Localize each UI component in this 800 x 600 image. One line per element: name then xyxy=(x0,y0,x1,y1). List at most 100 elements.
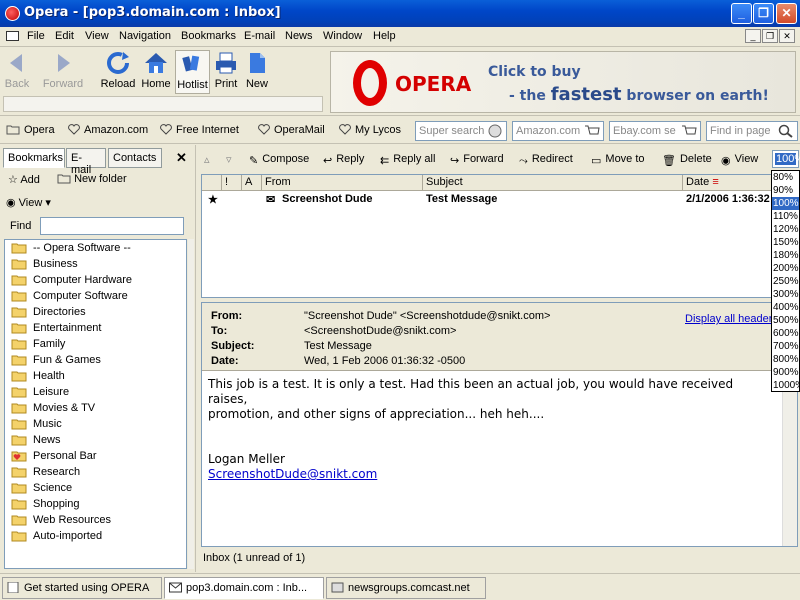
column-status[interactable] xyxy=(202,175,222,191)
menu-navigation[interactable]: Navigation xyxy=(119,30,171,42)
print-button[interactable]: Print xyxy=(212,50,240,94)
list-item[interactable]: Directories xyxy=(5,304,186,320)
mdi-minimize-button[interactable]: _ xyxy=(745,29,761,43)
zoom-option[interactable]: 400% xyxy=(772,301,799,314)
list-item[interactable]: Computer Hardware xyxy=(5,272,186,288)
list-item[interactable]: Personal Bar xyxy=(5,448,186,464)
column-subject[interactable]: Subject xyxy=(423,175,683,191)
zoom-select[interactable]: 100% xyxy=(772,150,800,168)
zoom-option[interactable]: 90% xyxy=(772,184,799,197)
close-button[interactable]: ✕ xyxy=(776,3,797,24)
menu-help[interactable]: Help xyxy=(373,30,396,42)
menu-email[interactable]: E-mail xyxy=(244,30,275,42)
personal-bar-item-opera[interactable]: Opera xyxy=(6,124,55,136)
previous-message-icon[interactable]: ▵ xyxy=(204,153,210,166)
page-tab-inbox[interactable]: pop3.domain.com : Inb... xyxy=(164,577,324,599)
delete-button[interactable]: 🗑 Delete xyxy=(662,153,712,167)
search-icon[interactable] xyxy=(486,123,504,139)
new-button[interactable]: New xyxy=(243,50,271,94)
zoom-option[interactable]: 100% xyxy=(772,197,799,210)
bookmark-scrollbar[interactable] xyxy=(188,239,194,569)
opera-ad-banner[interactable]: OPERA Click to buy - the fastest browser… xyxy=(330,51,796,113)
reload-button[interactable]: Reload xyxy=(100,50,136,94)
list-item[interactable]: Business xyxy=(5,256,186,272)
zoom-option[interactable]: 800% xyxy=(772,353,799,366)
forward-mail-button[interactable]: ↪ Forward xyxy=(450,153,504,167)
list-item[interactable]: Computer Software xyxy=(5,288,186,304)
mdi-close-button[interactable]: ✕ xyxy=(779,29,795,43)
zoom-option[interactable]: 1000% xyxy=(772,379,800,392)
list-item[interactable]: Science xyxy=(5,480,186,496)
menu-view[interactable]: View xyxy=(85,30,109,42)
list-item[interactable]: Movies & TV xyxy=(5,400,186,416)
reply-all-button[interactable]: ⇇ Reply all xyxy=(380,153,435,167)
zoom-option[interactable]: 600% xyxy=(772,327,799,340)
table-row[interactable]: ★ ✉ Screenshot Dude Test Message 2/1/200… xyxy=(202,192,797,208)
list-item[interactable]: Shopping xyxy=(5,496,186,512)
cart-icon[interactable] xyxy=(583,123,601,139)
forward-button[interactable]: Forward xyxy=(40,50,86,94)
cart-icon[interactable] xyxy=(680,123,698,139)
mdi-restore-button[interactable]: ❐ xyxy=(762,29,778,43)
tab-bookmarks[interactable]: Bookmarks xyxy=(3,148,65,168)
signature-email-link[interactable]: ScreenshotDude@snikt.com xyxy=(208,467,377,481)
menu-window[interactable]: Window xyxy=(323,30,362,42)
list-item[interactable]: News xyxy=(5,432,186,448)
zoom-option[interactable]: 80% xyxy=(772,171,799,184)
super-search-input[interactable]: Super search xyxy=(415,121,507,141)
amazon-search-input[interactable]: Amazon.com xyxy=(512,121,604,141)
personal-bar-item-amazon[interactable]: Amazon.com xyxy=(68,124,148,136)
tab-contacts[interactable]: Contacts xyxy=(108,148,162,168)
personal-bar-item-my-lycos[interactable]: My Lycos xyxy=(339,124,401,136)
list-item[interactable]: Auto-imported xyxy=(5,528,186,544)
home-button[interactable]: Home xyxy=(140,50,172,94)
list-item[interactable]: -- Opera Software -- xyxy=(5,240,186,256)
find-in-page-input[interactable]: Find in page xyxy=(706,121,798,141)
zoom-option[interactable]: 110% xyxy=(772,210,799,223)
view-button[interactable]: ◉ View xyxy=(721,153,758,167)
menu-news[interactable]: News xyxy=(285,30,313,42)
menu-bookmarks[interactable]: Bookmarks xyxy=(181,30,236,42)
list-item[interactable]: Entertainment xyxy=(5,320,186,336)
personal-bar-item-operamail[interactable]: OperaMail xyxy=(258,124,325,136)
menu-edit[interactable]: Edit xyxy=(55,30,74,42)
personal-bar-item-free-internet[interactable]: Free Internet xyxy=(160,124,239,136)
column-attachment[interactable]: A xyxy=(242,175,262,191)
display-all-headers-link[interactable]: Display all headers xyxy=(685,313,778,325)
zoom-option[interactable]: 200% xyxy=(772,262,799,275)
new-folder-button[interactable]: New folder xyxy=(57,173,127,185)
next-message-icon[interactable]: ▿ xyxy=(226,153,232,166)
zoom-option[interactable]: 900% xyxy=(772,366,799,379)
zoom-option[interactable]: 500% xyxy=(772,314,799,327)
column-flag[interactable]: ! xyxy=(222,175,242,191)
zoom-option[interactable]: 150% xyxy=(772,236,799,249)
add-button[interactable]: ☆ Add xyxy=(8,173,40,186)
page-tab-newsgroups[interactable]: newsgroups.comcast.net xyxy=(326,577,486,599)
maximize-button[interactable]: ❐ xyxy=(753,3,774,24)
tab-email[interactable]: E-mail xyxy=(66,148,106,176)
minimize-button[interactable]: _ xyxy=(731,3,752,24)
column-from[interactable]: From xyxy=(262,175,423,191)
zoom-option[interactable]: 180% xyxy=(772,249,799,262)
hotlist-button[interactable]: Hotlist xyxy=(175,50,210,94)
view-menu-button[interactable]: ◉ View ▾ xyxy=(6,196,51,209)
zoom-option[interactable]: 250% xyxy=(772,275,799,288)
address-bar-placeholder[interactable] xyxy=(3,96,323,112)
back-button[interactable]: Back xyxy=(2,50,32,94)
menu-file[interactable]: File xyxy=(27,30,45,42)
list-item[interactable]: Leisure xyxy=(5,384,186,400)
find-input[interactable] xyxy=(40,217,184,235)
list-item[interactable]: Health xyxy=(5,368,186,384)
move-to-button[interactable]: ▭ Move to xyxy=(591,153,645,167)
ebay-search-input[interactable]: Ebay.com se xyxy=(609,121,701,141)
list-item[interactable]: Family xyxy=(5,336,186,352)
list-item[interactable]: Web Resources xyxy=(5,512,186,528)
reply-button[interactable]: ↩ Reply xyxy=(323,153,364,167)
list-item[interactable]: Fun & Games xyxy=(5,352,186,368)
list-item[interactable]: Music xyxy=(5,416,186,432)
zoom-option[interactable]: 120% xyxy=(772,223,799,236)
zoom-option[interactable]: 300% xyxy=(772,288,799,301)
list-item[interactable]: Research xyxy=(5,464,186,480)
close-panel-icon[interactable]: ✕ xyxy=(176,150,187,166)
page-tab-get-started[interactable]: Get started using OPERA xyxy=(2,577,162,599)
